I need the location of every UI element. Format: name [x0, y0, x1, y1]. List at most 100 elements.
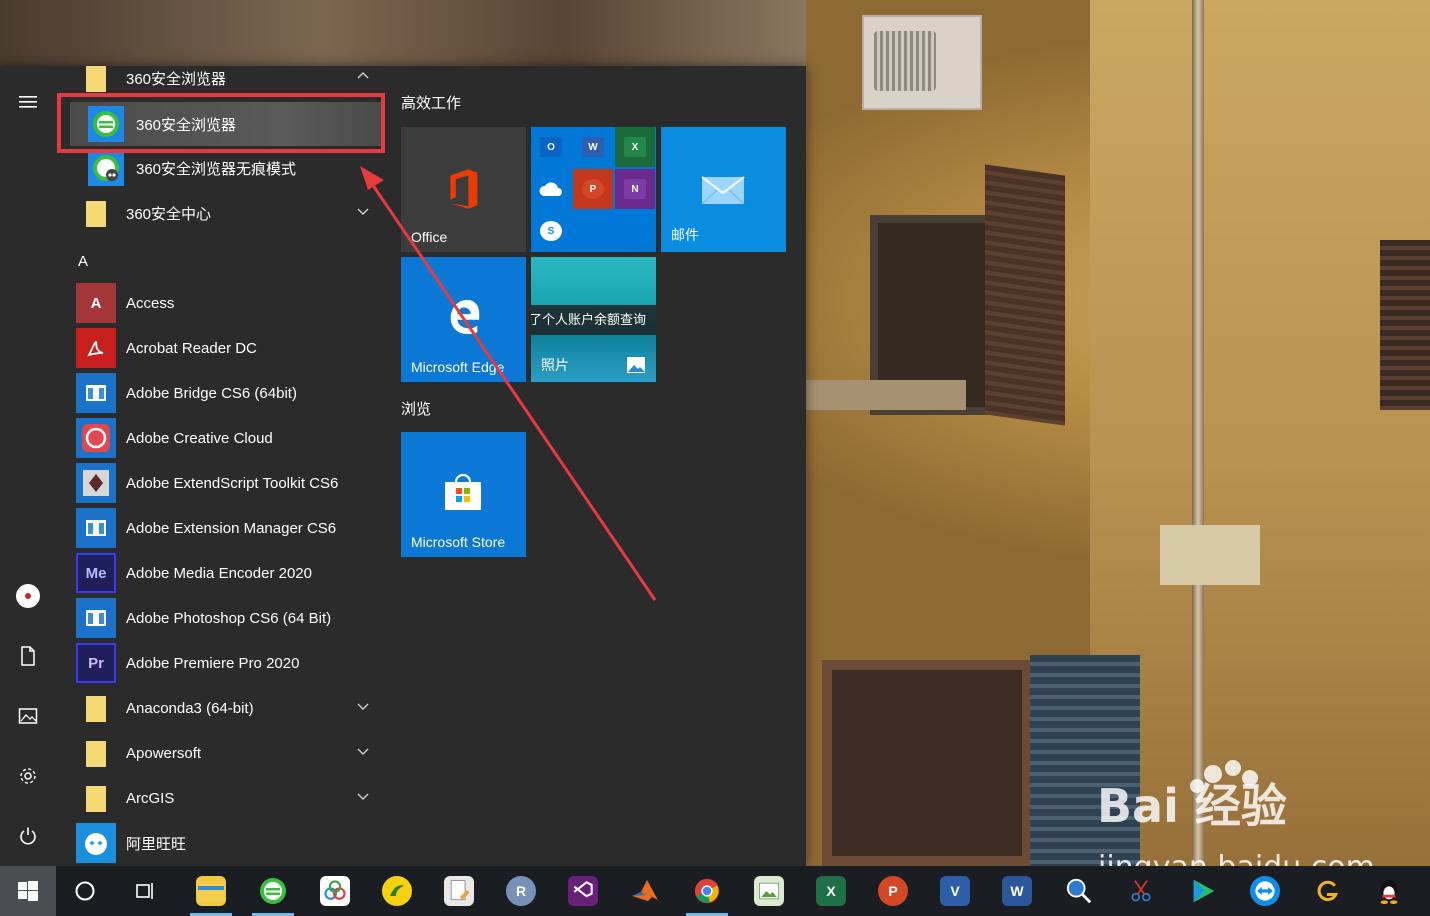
store-icon: [445, 473, 481, 510]
chevron-down-icon: [357, 208, 369, 215]
settings-button[interactable]: [0, 752, 56, 800]
app-adobe-bridge[interactable]: Adobe Bridge CS6 (64bit): [76, 372, 376, 414]
photos-live-preview-text: 了个人账户余额查询: [531, 305, 656, 335]
app-extendscript-toolkit[interactable]: Adobe ExtendScript Toolkit CS6: [76, 462, 376, 504]
generic-app-icon: [76, 598, 116, 638]
taskbar-360-browser[interactable]: [248, 866, 298, 916]
taskbar-teamviewer[interactable]: [1240, 866, 1290, 916]
chevron-down-icon: [357, 703, 369, 710]
app-media-encoder[interactable]: Me Adobe Media Encoder 2020: [76, 552, 376, 594]
onedrive-icon: [531, 169, 571, 209]
taskbar-baidu-netdisk[interactable]: [310, 866, 360, 916]
task-view-button[interactable]: [120, 866, 170, 916]
folder-icon: [76, 778, 116, 818]
app-360-browser[interactable]: 360安全浏览器: [70, 102, 382, 146]
taskbar-g-app[interactable]: [1302, 866, 1352, 916]
group-title-work[interactable]: 高效工作: [401, 92, 461, 113]
tile-mail[interactable]: 邮件: [661, 127, 786, 252]
extendscript-icon: [76, 463, 116, 503]
chevron-up-icon: [357, 72, 369, 79]
wallpaper-shutter: [1380, 240, 1430, 410]
hamburger-icon: [19, 96, 37, 108]
onenote-icon: N: [615, 169, 655, 209]
skype-icon: S: [531, 211, 571, 251]
document-icon: [21, 646, 35, 666]
tile-office-apps-folder[interactable]: O W X P N S: [531, 127, 656, 252]
matlab-icon: [630, 876, 660, 906]
teamviewer-icon: [1250, 876, 1280, 906]
app-label: Acrobat Reader DC: [126, 339, 257, 357]
taskbar-excel[interactable]: X: [806, 866, 856, 916]
qq-penguin-icon: [1374, 876, 1404, 906]
app-folder-apowersoft[interactable]: Apowersoft: [76, 732, 376, 774]
taskbar-magnifier-app[interactable]: [1054, 866, 1104, 916]
r-icon: R: [506, 876, 536, 906]
tile-edge[interactable]: Microsoft Edge: [401, 257, 526, 382]
taskbar-photo-viewer[interactable]: [744, 866, 794, 916]
access-icon: A: [76, 283, 116, 323]
powerpoint-icon: P: [573, 169, 613, 209]
wallpaper-building-top: [0, 0, 806, 66]
app-extension-manager[interactable]: Adobe Extension Manager CS6: [76, 507, 376, 549]
taskbar-powerpoint[interactable]: P: [868, 866, 918, 916]
app-list: 360安全浏览器 360安全浏览器 360安全浏览器无痕模式 360安全中心 A…: [56, 66, 390, 866]
app-access[interactable]: A Access: [76, 282, 376, 324]
app-label: 360安全浏览器无痕模式: [136, 160, 297, 178]
taskbar-wps[interactable]: [372, 866, 422, 916]
app-label: ArcGIS: [126, 789, 175, 807]
taskbar-search-button[interactable]: [60, 866, 110, 916]
taskbar-word[interactable]: W: [992, 866, 1042, 916]
taskbar-media-player[interactable]: [1178, 866, 1228, 916]
wallpaper-balcony: [806, 380, 966, 410]
tile-label: Office: [411, 229, 448, 245]
play-icon: [1188, 876, 1218, 906]
taskbar-matlab[interactable]: [620, 866, 670, 916]
documents-button[interactable]: [0, 632, 56, 680]
expand-menu-button[interactable]: [0, 78, 56, 126]
app-folder-arcgis[interactable]: ArcGIS: [76, 777, 376, 819]
taskbar-document-app[interactable]: [434, 866, 484, 916]
tile-label: Microsoft Store: [411, 534, 506, 550]
tile-photos[interactable]: 了个人账户余额查询 照片: [531, 257, 656, 382]
taskbar-chrome[interactable]: [682, 866, 732, 916]
letter-header-a[interactable]: A: [78, 253, 88, 270]
taskbar-snipping-tool[interactable]: [1116, 866, 1166, 916]
taskbar-file-explorer[interactable]: [186, 866, 236, 916]
user-account-button[interactable]: [0, 572, 56, 620]
tile-office[interactable]: Office: [401, 127, 526, 252]
app-label: Adobe Photoshop CS6 (64 Bit): [126, 609, 332, 627]
start-menu: 360安全浏览器 360安全浏览器 360安全浏览器无痕模式 360安全中心 A…: [0, 66, 806, 866]
power-button[interactable]: [0, 812, 56, 860]
chevron-down-icon: [357, 793, 369, 800]
360-browser-icon: [258, 876, 288, 906]
magnifier-icon: [1064, 876, 1094, 906]
app-acrobat-reader[interactable]: Acrobat Reader DC: [76, 327, 376, 369]
app-label: Adobe Premiere Pro 2020: [126, 654, 300, 672]
app-360-browser-incognito[interactable]: 360安全浏览器无痕模式: [86, 147, 386, 189]
app-creative-cloud[interactable]: Adobe Creative Cloud: [76, 417, 376, 459]
app-folder-360-browser[interactable]: 360安全浏览器: [76, 66, 376, 99]
app-folder-anaconda[interactable]: Anaconda3 (64-bit): [76, 687, 376, 729]
taskbar-visio[interactable]: V: [930, 866, 980, 916]
taskbar-qq[interactable]: [1364, 866, 1414, 916]
app-folder-360-security[interactable]: 360安全中心: [76, 192, 376, 234]
photo-viewer-icon: [754, 876, 784, 906]
group-title-browse[interactable]: 浏览: [401, 398, 431, 419]
wallpaper-plaque: [1160, 525, 1260, 585]
app-label: 360安全浏览器: [136, 116, 237, 134]
start-button[interactable]: [0, 866, 56, 916]
app-aliwangwang[interactable]: 阿里旺旺: [76, 822, 376, 864]
app-photoshop[interactable]: Adobe Photoshop CS6 (64 Bit): [76, 597, 376, 639]
taskbar-visual-studio[interactable]: [558, 866, 608, 916]
wallpaper-drainpipe: [1192, 0, 1204, 866]
taskbar-r[interactable]: R: [496, 866, 546, 916]
powerpoint-icon: P: [878, 876, 908, 906]
pictures-button[interactable]: [0, 692, 56, 740]
tile-store[interactable]: Microsoft Store: [401, 432, 526, 557]
app-premiere-pro[interactable]: Pr Adobe Premiere Pro 2020: [76, 642, 376, 684]
picture-icon: [18, 708, 38, 724]
taskbar: R X P V W: [0, 866, 1430, 916]
windows-logo-icon: [18, 881, 38, 901]
excel-icon: X: [816, 876, 846, 906]
visual-studio-icon: [568, 876, 598, 906]
